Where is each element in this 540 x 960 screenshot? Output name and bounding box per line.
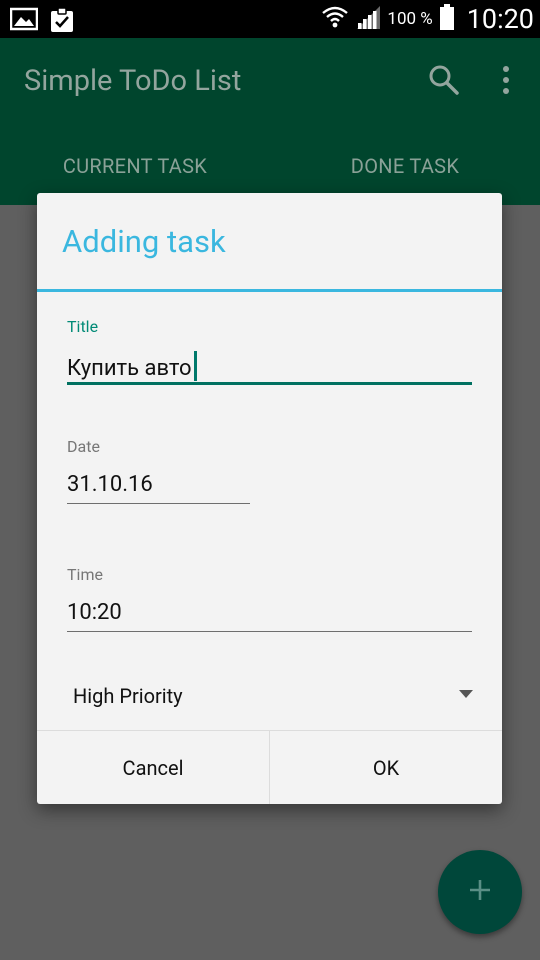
date-field[interactable]: 31.10.16	[67, 472, 153, 497]
signal-icon	[355, 4, 381, 34]
battery-icon	[439, 3, 455, 35]
status-bar: 100 % 10:20	[0, 0, 540, 38]
plus-icon	[468, 878, 492, 906]
dialog-title-divider	[37, 289, 502, 292]
ok-button[interactable]: OK	[269, 731, 502, 804]
dialog-button-row: Cancel OK	[37, 730, 502, 804]
date-field-label: Date	[67, 437, 100, 456]
time-field-underline	[67, 631, 472, 632]
title-field-underline	[67, 382, 472, 385]
battery-percent: 100 %	[387, 9, 433, 29]
time-field-label: Time	[67, 565, 103, 584]
cancel-button[interactable]: Cancel	[37, 731, 269, 804]
priority-spinner[interactable]: High Priority	[63, 678, 473, 714]
app-bar: Simple ToDo List CURRENT TASK DONE TASK	[0, 38, 540, 205]
more-vert-icon[interactable]	[498, 64, 514, 96]
time-field[interactable]: 10:20	[67, 600, 122, 625]
clock: 10:20	[466, 3, 534, 35]
title-field-value: Купить авто	[67, 356, 192, 381]
title-field[interactable]: Купить авто	[67, 351, 197, 381]
clipboard-check-icon	[50, 7, 74, 37]
add-task-fab[interactable]	[438, 850, 522, 934]
dropdown-arrow-icon	[459, 690, 473, 698]
date-field-underline	[67, 503, 250, 504]
text-cursor	[193, 351, 197, 381]
search-icon[interactable]	[428, 64, 460, 96]
wifi-icon	[321, 4, 349, 34]
app-title: Simple ToDo List	[24, 64, 242, 98]
title-field-label: Title	[67, 317, 99, 336]
priority-selected: High Priority	[73, 684, 183, 708]
add-task-dialog: Adding task Title Купить авто Date 31.10…	[37, 193, 502, 804]
image-icon	[9, 7, 39, 37]
dialog-title: Adding task	[62, 223, 226, 260]
